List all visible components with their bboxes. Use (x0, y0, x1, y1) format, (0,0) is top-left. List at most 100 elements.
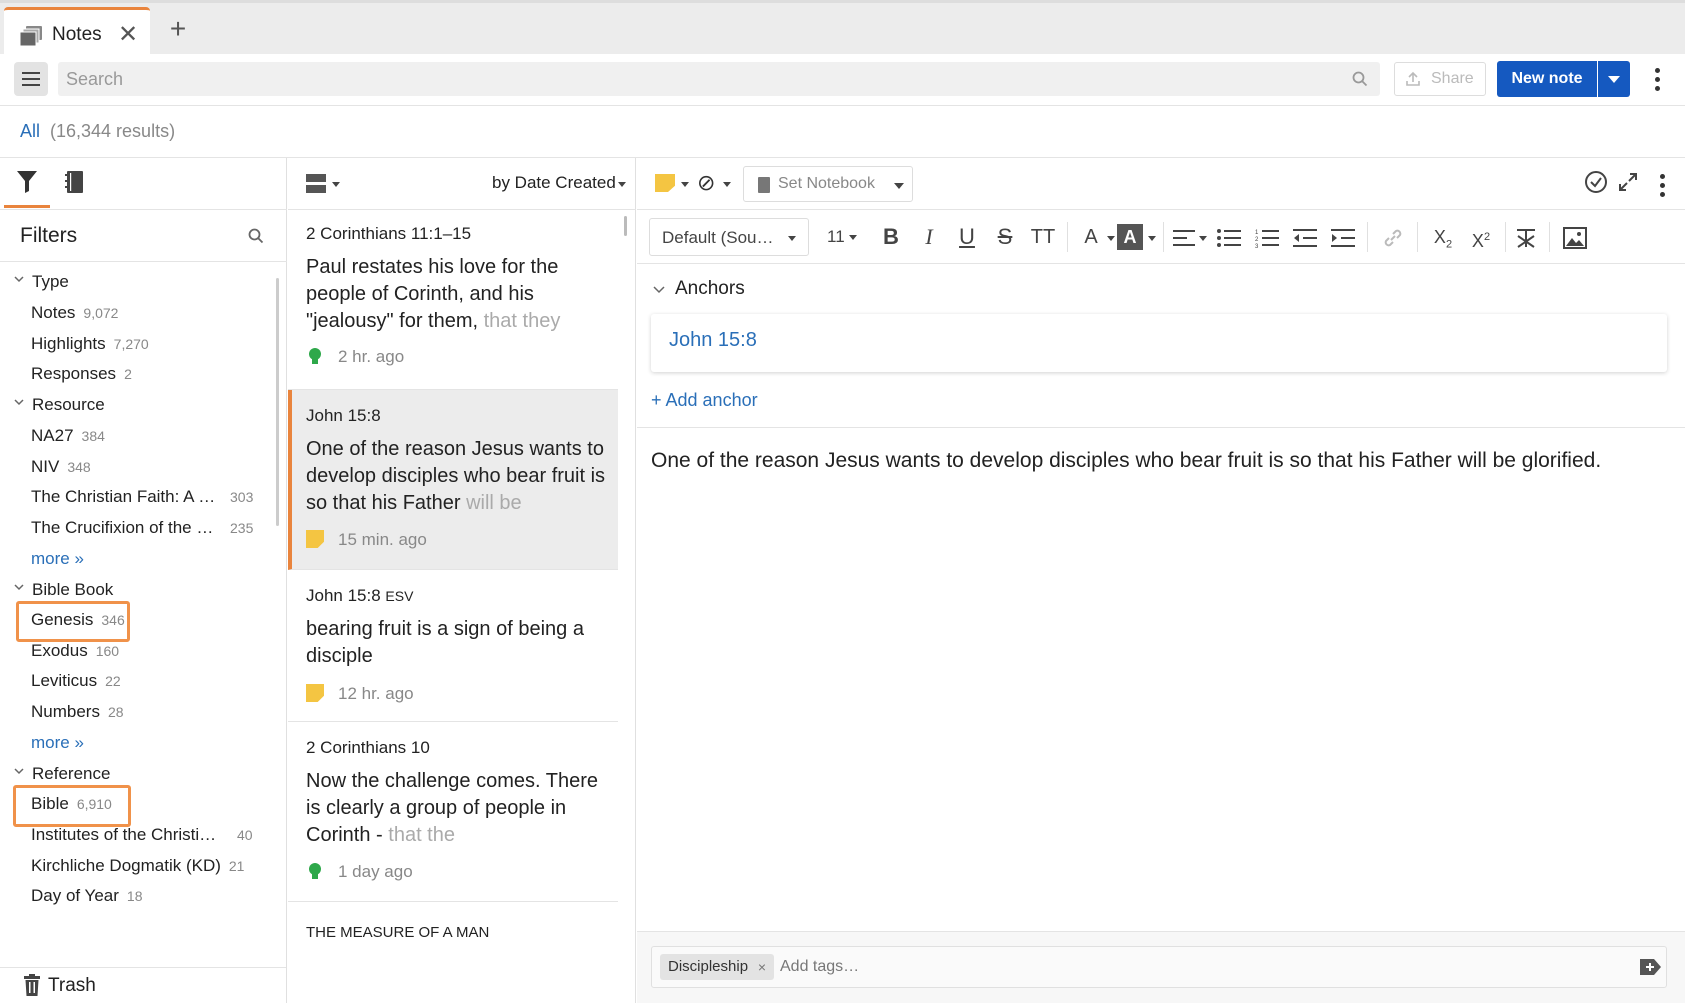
anchors-section: Anchors John 15:8 + Add anchor (637, 264, 1685, 428)
filter-item-day-of-year[interactable]: Day of Year 18 (31, 886, 142, 906)
filter-item-institutes[interactable]: Institutes of the Christi… 40 (31, 825, 261, 845)
share-button[interactable]: Share (1394, 62, 1486, 96)
filter-tab[interactable] (4, 158, 50, 208)
filter-item-niv[interactable]: NIV 348 (31, 457, 91, 477)
sort-dropdown[interactable]: by Date Created (492, 173, 626, 193)
filter-item-count: 22 (105, 673, 121, 689)
font-size-dropdown[interactable]: 11 (823, 218, 867, 256)
tab-bar: Notes ✕ + (0, 0, 1685, 57)
filter-item-exodus[interactable]: Exodus 160 (31, 641, 119, 661)
filter-item-christian-faith[interactable]: The Christian Faith: A … 303 (31, 487, 261, 507)
notes-icon (20, 26, 42, 46)
note-preview: One of the reason Jesus wants to develop… (306, 438, 606, 514)
caret-down-icon[interactable] (681, 182, 689, 187)
set-notebook-dropdown[interactable]: Set Notebook (743, 166, 913, 202)
indent-icon[interactable] (1331, 228, 1355, 248)
note-card-selected[interactable]: John 15:8 One of the reason Jesus wants … (288, 390, 618, 570)
font-size-value: 11 (827, 227, 845, 246)
text-size-icon[interactable]: TT (1029, 222, 1057, 252)
chevron-down-icon[interactable] (653, 284, 665, 294)
add-tag-icon[interactable] (1638, 957, 1662, 977)
new-note-dropdown-icon[interactable] (1598, 61, 1630, 97)
filter-item-leviticus[interactable]: Leviticus 22 (31, 671, 121, 691)
anchor-link[interactable]: John 15:8 (669, 329, 757, 352)
font-family-dropdown[interactable]: Default (Sou… (649, 218, 809, 256)
filter-item-notes[interactable]: Notes 9,072 (31, 303, 118, 323)
highlight-color-icon[interactable]: A (1117, 224, 1143, 250)
filter-item-kirchliche-dogmatik[interactable]: Kirchliche Dogmatik (KD) 21 (31, 856, 244, 876)
tag-bar: Discipleship × Add tags… (637, 931, 1685, 1003)
svg-text:2: 2 (1255, 237, 1259, 243)
new-tab-button[interactable]: + (164, 15, 192, 45)
outdent-icon[interactable] (1293, 228, 1317, 248)
caret-down-icon[interactable] (1148, 236, 1156, 241)
results-scope-link[interactable]: All (20, 121, 40, 142)
close-tab-icon[interactable]: ✕ (118, 20, 138, 49)
filter-section-resource[interactable]: Resource (14, 395, 105, 415)
more-options-icon[interactable] (1650, 64, 1664, 96)
expand-icon[interactable] (1618, 172, 1638, 192)
check-circle-icon[interactable] (1584, 170, 1608, 194)
note-card[interactable]: 2 Corinthians 10 Now the challenge comes… (288, 722, 618, 902)
note-time: 1 day ago (338, 862, 413, 881)
filter-search-icon[interactable] (248, 228, 264, 244)
note-reference: John 15:8 (306, 406, 381, 425)
filter-item-na27[interactable]: NA27 384 (31, 426, 105, 446)
trash-button[interactable]: Trash (0, 967, 286, 1003)
filter-item-genesis[interactable]: Genesis 346 (31, 610, 125, 630)
italic-icon[interactable]: I (915, 222, 943, 252)
bullet-list-icon[interactable] (1217, 228, 1241, 248)
bold-icon[interactable]: B (877, 222, 905, 252)
clear-formatting-icon[interactable] (1515, 228, 1537, 248)
bible-book-more-link[interactable]: more » (31, 733, 84, 753)
note-type-sticky-icon[interactable] (655, 174, 675, 192)
filter-item-count: 235 (230, 520, 254, 536)
filter-section-reference[interactable]: Reference (14, 764, 110, 784)
filters-scrollbar[interactable] (276, 278, 279, 526)
underline-icon[interactable]: U (953, 222, 981, 252)
note-card[interactable]: 2 Corinthians 11:1–15 Paul restates his … (288, 210, 618, 390)
filter-section-type[interactable]: Type (14, 272, 69, 292)
remove-tag-icon[interactable]: × (758, 954, 766, 980)
add-anchor-link[interactable]: + Add anchor (651, 390, 758, 411)
tags-input[interactable]: Discipleship × Add tags… (651, 946, 1667, 988)
list-view-icon (306, 174, 326, 193)
subscript-icon[interactable]: X2 (1429, 222, 1457, 252)
note-meta: 12 hr. ago (306, 684, 414, 704)
filter-item-highlights[interactable]: Highlights 7,270 (31, 334, 149, 354)
no-style-icon[interactable]: ⊘ (697, 170, 715, 196)
view-mode-dropdown[interactable] (306, 174, 346, 194)
toolbar-separator (1067, 222, 1068, 252)
font-color-icon[interactable]: A (1077, 222, 1105, 252)
notes-list-scrollbar[interactable] (624, 216, 627, 236)
new-note-button[interactable]: New note (1497, 61, 1597, 97)
filter-item-numbers[interactable]: Numbers 28 (31, 702, 124, 722)
editor-more-icon[interactable] (1655, 170, 1669, 200)
caret-down-icon[interactable] (1107, 236, 1115, 241)
strikethrough-icon[interactable]: S (991, 222, 1019, 252)
left-panel-tabs (0, 158, 287, 210)
resource-more-link[interactable]: more » (31, 549, 84, 569)
note-content-editor[interactable]: One of the reason Jesus wants to develop… (651, 446, 1661, 476)
filter-item-responses[interactable]: Responses 2 (31, 364, 132, 384)
tag-chip[interactable]: Discipleship × (660, 954, 775, 980)
note-card[interactable]: John 15:8 ESV bearing fruit is a sign of… (288, 570, 618, 722)
hamburger-menu-icon[interactable] (14, 62, 48, 96)
filter-section-bible-book[interactable]: Bible Book (14, 580, 113, 600)
tab-notes[interactable]: Notes ✕ (4, 7, 150, 57)
link-icon[interactable] (1383, 228, 1403, 248)
filter-item-bible[interactable]: Bible 6,910 (31, 794, 112, 814)
notebooks-tab[interactable] (60, 158, 90, 208)
superscript-icon[interactable]: X2 (1467, 222, 1495, 252)
anchor-card[interactable]: John 15:8 (651, 314, 1667, 372)
search-input[interactable]: Search (58, 62, 1380, 96)
chevron-down-icon (14, 768, 24, 775)
filter-item-crucifixion[interactable]: The Crucifixion of the … 235 (31, 518, 261, 538)
caret-down-icon[interactable] (1199, 236, 1207, 241)
numbered-list-icon[interactable]: 123 (1255, 228, 1279, 248)
insert-image-icon[interactable] (1563, 227, 1587, 249)
caret-down-icon[interactable] (723, 182, 731, 187)
align-icon[interactable] (1173, 228, 1197, 248)
filter-item-label: Notes (31, 303, 76, 322)
note-card[interactable]: THE MEASURE OF A MAN (288, 902, 618, 1003)
